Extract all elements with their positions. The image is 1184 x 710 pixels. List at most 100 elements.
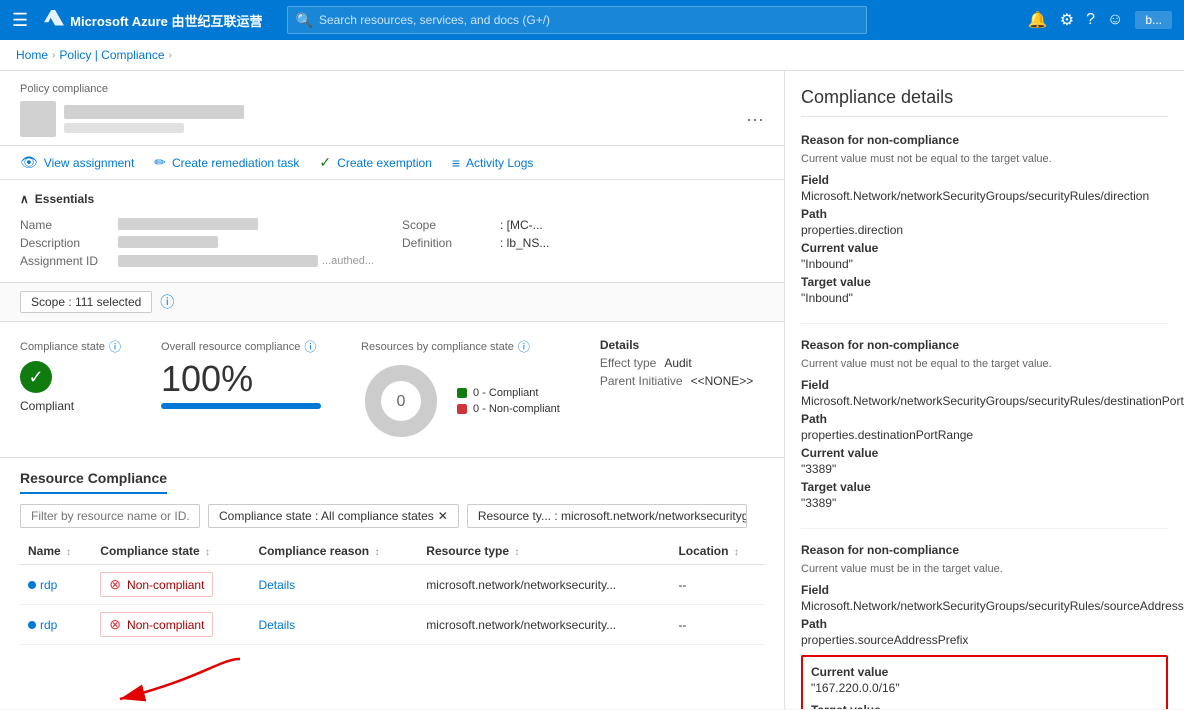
panel-section-3: Reason for non-compliance Current value … [801,543,1168,709]
section2-fields: Field Microsoft.Network/networkSecurityG… [801,378,1168,510]
settings-icon[interactable]: ⚙ [1060,10,1074,30]
table-row: rdp ⊗ Non-compliant Details micr [20,605,764,645]
ess-assignment-truncated: ...authed... [322,255,374,267]
section3-field-value: Microsoft.Network/networkSecurityGroups/… [801,599,1168,613]
ess-name-value [118,218,258,230]
resource-filter-input[interactable] [20,504,200,528]
overall-info-icon[interactable]: ⓘ [304,338,316,355]
compliance-state-filter-clear[interactable]: ✕ [438,509,448,523]
row2-status-text: Non-compliant [127,618,204,632]
sort-name-icon: ↕ [66,547,71,558]
feedback-icon[interactable]: ☺ [1107,11,1123,29]
sort-state-icon: ↕ [205,547,210,558]
resources-by-state-block: Resources by compliance state ⓘ 0 0 - Co… [361,338,560,441]
panel-section-1: Reason for non-compliance Current value … [801,133,1168,324]
scope-info-icon[interactable]: ⓘ [160,292,174,312]
col-resource-type[interactable]: Resource type ↕ [418,538,670,565]
row1-status-badge: ⊗ Non-compliant [100,572,213,597]
section1-reason-title: Reason for non-compliance [801,133,1168,147]
col-compliance-state[interactable]: Compliance state ↕ [92,538,250,565]
azure-logo: Microsoft Azure 由世纪互联运营 [44,10,262,30]
compliance-state-block: Compliance state ⓘ ✓ Compliant [20,338,121,413]
view-assignment-button[interactable]: 👁 View assignment [20,154,134,171]
right-panel: Compliance details Reason for non-compli… [784,71,1184,709]
effect-type-row: Effect type Audit [600,356,753,370]
section1-target-label: Target value [801,275,1168,289]
section1-fields: Field Microsoft.Network/networkSecurityG… [801,173,1168,305]
logo-text: Microsoft Azure 由世纪互联运营 [70,11,262,30]
row1-name-link[interactable]: rdp [28,578,84,592]
breadcrumb-sep-2: › [169,50,172,61]
col-location[interactable]: Location ↕ [670,538,764,565]
search-bar[interactable]: 🔍 [287,6,867,34]
legend-compliant-dot [457,388,467,398]
row1-details-link[interactable]: Details [258,578,295,592]
resource-type-filter-label: Resource ty... : microsoft.network/netwo… [478,509,747,523]
essentials-right: Scope : [MC-... Definition : lb_NS... [402,216,764,270]
ess-name-row: Name [20,216,382,234]
col-compliance-reason[interactable]: Compliance reason ↕ [250,538,418,565]
create-exemption-button[interactable]: ✓ Create exemption [319,154,431,171]
ess-assignment-row: Assignment ID ...authed... [20,252,382,270]
row1-bullet [28,581,36,589]
donut-svg: 0 [361,361,441,441]
page-header: Policy compliance ··· [0,71,784,146]
row1-name-text: rdp [40,578,57,592]
create-remediation-button[interactable]: ✏ Create remediation task [154,154,299,171]
section3-path-value: properties.sourceAddressPrefix [801,633,1168,647]
help-icon[interactable]: ? [1086,11,1095,29]
ess-definition-row: Definition : lb_NS... [402,234,764,252]
ess-scope-row: Scope : [MC-... [402,216,764,234]
highlighted-values-box: Current value "167.220.0.0/16" Target va… [801,655,1168,709]
breadcrumb-home[interactable]: Home [16,48,48,62]
ess-scope-value: : [MC-... [500,218,543,232]
ess-desc-value [118,236,218,248]
essentials-section: ∧ Essentials Name Description Assignment… [0,180,784,283]
search-input[interactable] [319,13,858,27]
breadcrumb-policy[interactable]: Policy | Compliance [59,48,164,62]
overall-label: Overall resource compliance ⓘ [161,338,321,355]
row2-status-badge: ⊗ Non-compliant [100,612,213,637]
view-assignment-label: View assignment [44,156,135,170]
essentials-grid: Name Description Assignment ID ...authed… [20,216,764,270]
row1-compliance-state: ⊗ Non-compliant [92,565,250,605]
row2-name: rdp [20,605,92,645]
breadcrumb: Home › Policy | Compliance › [0,40,1184,71]
compliance-state-filter[interactable]: Compliance state : All compliance states… [208,504,459,528]
section2-path-value: properties.destinationPortRange [801,428,1168,442]
page-title-block [64,105,244,133]
row2-status-icon: ⊗ [109,616,121,633]
row2-details-link[interactable]: Details [258,618,295,632]
table-body: rdp ⊗ Non-compliant Details micr [20,565,764,645]
overall-bar-fill [161,403,321,409]
red-arrow-svg [20,649,280,709]
sort-type-icon: ↕ [514,547,519,558]
state-info-icon[interactable]: ⓘ [109,338,121,355]
scope-badge[interactable]: Scope : 111 selected [20,291,152,313]
compliance-overview: Compliance state ⓘ ✓ Compliant Overall r… [0,322,784,458]
compliance-state-label: Compliance state ⓘ [20,338,121,355]
row2-location: -- [670,605,764,645]
notifications-icon[interactable]: 🔔 [1028,10,1048,30]
more-options-icon[interactable]: ··· [746,109,764,130]
essentials-title: Essentials [35,192,94,206]
row2-name-link[interactable]: rdp [28,618,84,632]
user-pill[interactable]: b... [1135,11,1172,29]
table-header-row: Name ↕ Compliance state ↕ Compliance rea… [20,538,764,565]
top-nav-right-icons: 🔔 ⚙ ? ☺ b... [1028,10,1172,30]
resource-compliance-section: Resource Compliance Compliance state : A… [0,458,784,709]
hamburger-menu[interactable]: ☰ [12,10,28,31]
essentials-header[interactable]: ∧ Essentials [20,192,764,206]
section2-reason-sub: Current value must not be equal to the t… [801,358,1168,370]
azure-icon [44,10,64,30]
top-navigation: ☰ Microsoft Azure 由世纪互联运营 🔍 🔔 ⚙ ? ☺ b... [0,0,1184,40]
section2-path-label: Path [801,412,1168,426]
activity-logs-button[interactable]: ≡ Activity Logs [452,155,534,171]
svg-text:0: 0 [397,393,406,410]
resource-type-filter[interactable]: Resource ty... : microsoft.network/netwo… [467,504,747,528]
section1-reason-sub: Current value must not be equal to the t… [801,153,1168,165]
section1-current-label: Current value [801,241,1168,255]
resources-info-icon[interactable]: ⓘ [518,338,530,355]
col-name[interactable]: Name ↕ [20,538,92,565]
overall-bar-track [161,403,321,409]
